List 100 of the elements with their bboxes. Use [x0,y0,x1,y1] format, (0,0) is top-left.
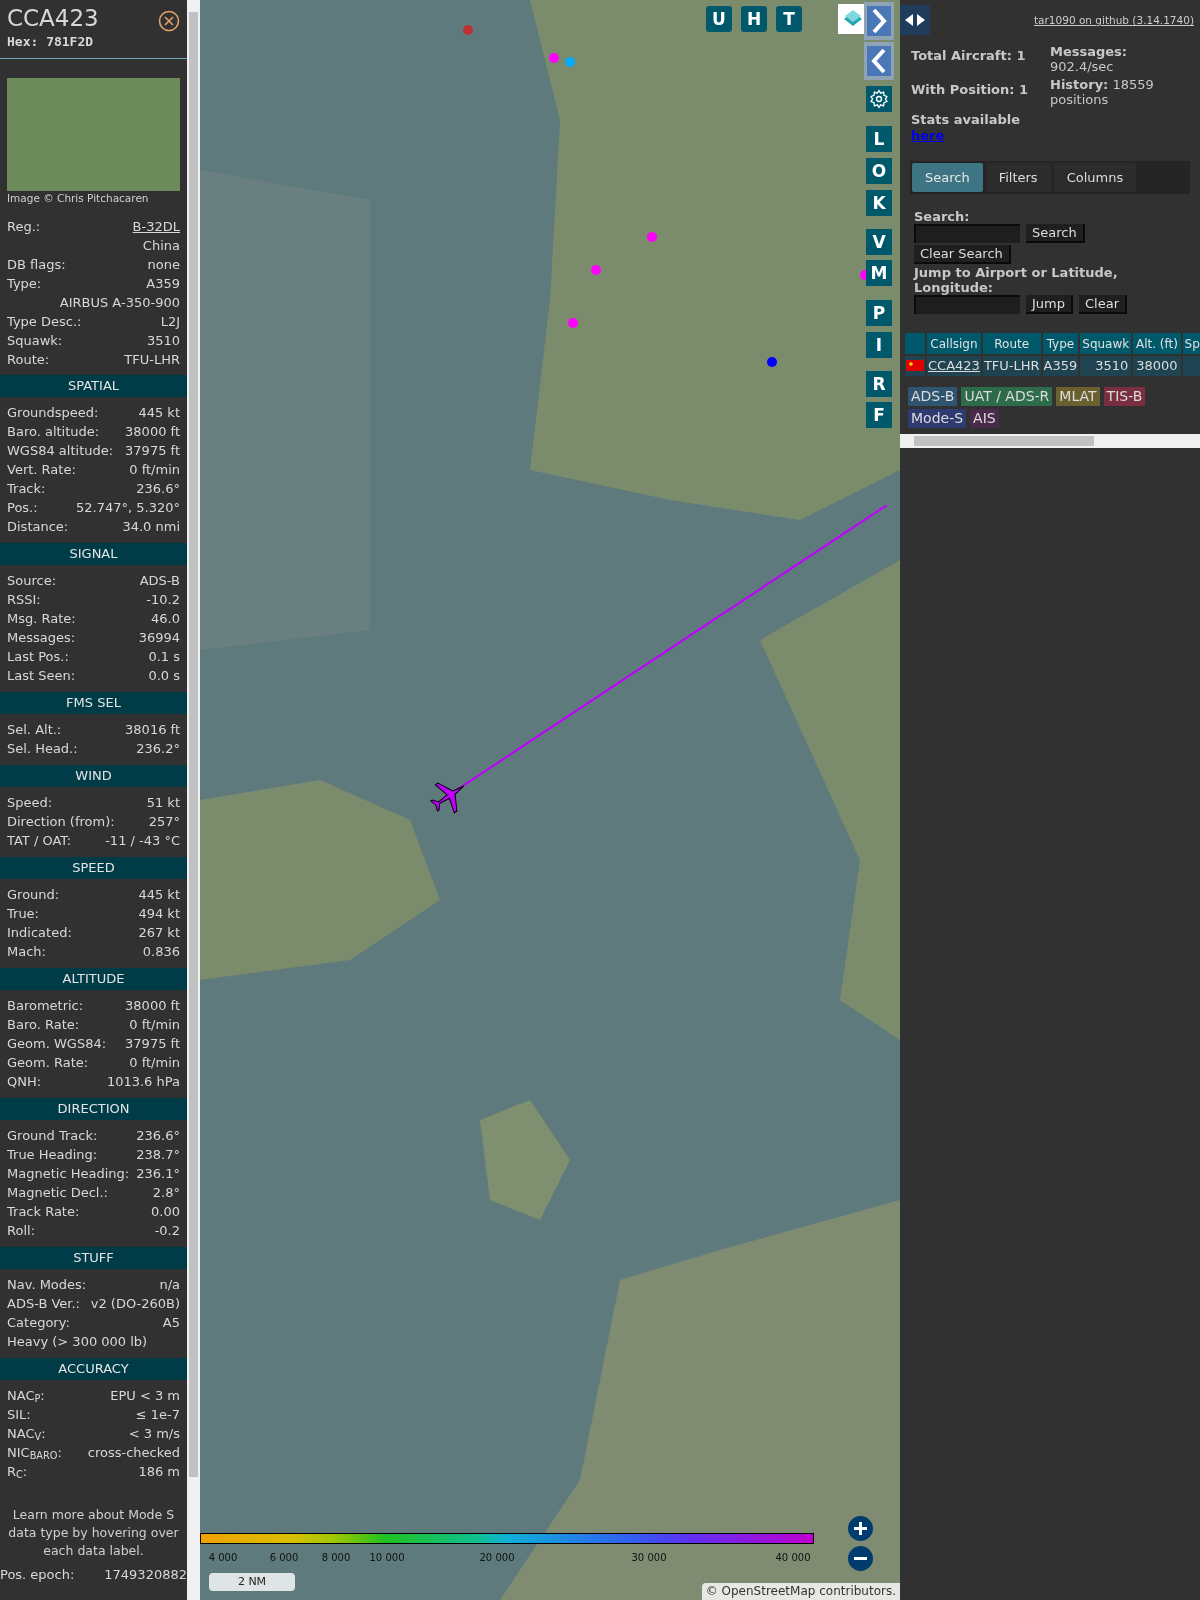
field-label: RSSI: [7,590,41,609]
field-label: Barometric: [7,996,84,1015]
registration-link[interactable]: B-32DL [132,216,180,236]
column-header[interactable]: Route [982,333,1041,354]
source-tag: AIS [970,408,999,428]
table-cell: A359 [1042,356,1079,376]
field-label: Messages: [7,628,76,647]
map-toggle-button[interactable]: I [866,332,892,358]
field-label: Track Rate: [7,1202,80,1221]
jump-input[interactable] [914,295,1020,314]
field-value: 38000 ft [125,422,180,441]
clear-button[interactable]: Clear [1079,295,1127,314]
collapse-button[interactable] [864,42,894,80]
field-value: 0 ft/min [129,1053,180,1072]
callsign-link[interactable]: CCA423 [928,358,980,373]
field-label: Baro. altitude: [7,422,100,441]
photo-credit: Image © Chris Pitchacaren [6,190,150,205]
field-label: Magnetic Decl.: [7,1183,108,1202]
field-value: < 3 m/s [128,1424,180,1443]
column-header[interactable]: Type [1042,333,1079,354]
field-value: 38016 ft [125,720,180,739]
field-label: Type: [7,274,42,293]
field-value: 52.747°, 5.320° [76,498,180,517]
map-toggle-button[interactable]: P [866,300,892,326]
horizontal-scrollbar[interactable] [900,433,1200,448]
field-value: 236.2° [136,739,180,758]
field-label: Vert. Rate: [7,460,76,479]
field-value: ≤ 1e-7 [135,1405,180,1424]
column-header[interactable]: Callsign [927,333,981,354]
section-header: SPEED [0,856,187,879]
panel-toggle-button[interactable] [900,5,930,35]
map-toggle-button[interactable]: H [741,6,767,32]
column-header[interactable]: Sp [1182,333,1200,354]
field-label: R$_{C}$: [7,1462,28,1481]
stat-text: Total Aircraft: 1 [911,47,1027,65]
map-toggle-button[interactable]: K [866,190,892,216]
field-value: 1013.6 hPa [106,1072,180,1091]
map-toggle-button[interactable]: M [866,260,892,286]
field-value: 0 ft/min [129,1015,180,1034]
field-label: Direction (from): [7,812,115,831]
expand-button[interactable] [864,2,894,40]
field-label: Distance: [7,517,69,536]
field-value: v2 (DO-260B) [90,1294,180,1313]
field-label: Route: [7,350,50,369]
legend-tick-label: 4 000 [208,1551,238,1565]
field-label: Last Pos.: [7,647,69,666]
search-input[interactable] [914,224,1020,243]
legend-tick-label: 8 000 [321,1551,351,1565]
legend-tick-label: 10 000 [369,1551,405,1565]
map-toggle-button[interactable]: U [706,6,732,32]
field-value: 37975 ft [125,441,180,460]
chevron-left-icon [867,46,891,76]
map-toggle-button[interactable]: T [776,6,802,32]
tab[interactable]: Columns [1053,163,1137,192]
column-header[interactable]: Alt. (ft) [1133,333,1181,354]
field-value: 2.8° [152,1183,180,1202]
stat-text: With Position: 1 [911,81,1030,99]
tab[interactable]: Filters [985,163,1051,192]
field-label: TAT / OAT: [7,831,72,850]
field-value: China [142,236,180,255]
section-header: SIGNAL [0,542,187,565]
section-header: DIRECTION [0,1097,187,1120]
section-header: STUFF [0,1246,187,1269]
field-label: QNH: [7,1072,42,1091]
field-value: -0.2 [154,1221,180,1240]
field-label: Groundspeed: [7,403,99,422]
jump-button[interactable]: Jump [1026,295,1073,314]
field-label: Last Seen: [7,666,76,685]
source-tag: TIS-B [1103,386,1146,406]
field-label: Ground: [7,885,60,904]
field-label: Reg.: [7,217,41,236]
field-label: Ground Track: [7,1126,98,1145]
field-value: 238.7° [136,1145,180,1164]
field-value: 257° [148,812,180,831]
map-toggle-button[interactable]: F [866,402,892,428]
section-header: WIND [0,764,187,787]
field-value: 236.6° [136,479,180,498]
field-label: Pos.: [7,498,38,517]
close-icon[interactable] [158,10,180,32]
field-value: ADS-B [139,571,180,590]
map-attribution: © OpenStreetMap contributors. [701,1583,900,1600]
field-value: n/a [159,1275,180,1294]
search-button[interactable]: Search [1026,224,1085,243]
table-cell: TFU-LHR [982,356,1041,376]
column-header[interactable]: Squawk [1080,333,1132,354]
field-value: 3510 [146,331,180,350]
hex-code: Hex: 781F2D [7,33,95,51]
tab[interactable]: Search [912,163,983,192]
github-link[interactable]: tar1090 on github (3.14.1740) [1034,13,1194,29]
field-label: Category: [7,1313,70,1332]
scrollbar-thumb[interactable] [189,12,198,1477]
clear-search-button[interactable]: Clear Search [914,245,1011,264]
legend-tick-label: 40 000 [775,1551,811,1565]
jump-label: Jump to Airport or Latitude, Longitude: [914,265,1119,295]
map-toggle-button[interactable]: L [866,126,892,152]
map-toggle-button[interactable]: O [866,158,892,184]
settings-button[interactable] [866,86,892,112]
stat-text: History: 18559 positions [1050,77,1155,107]
map-toggle-button[interactable]: V [866,229,892,255]
map-toggle-button[interactable]: R [866,371,892,397]
